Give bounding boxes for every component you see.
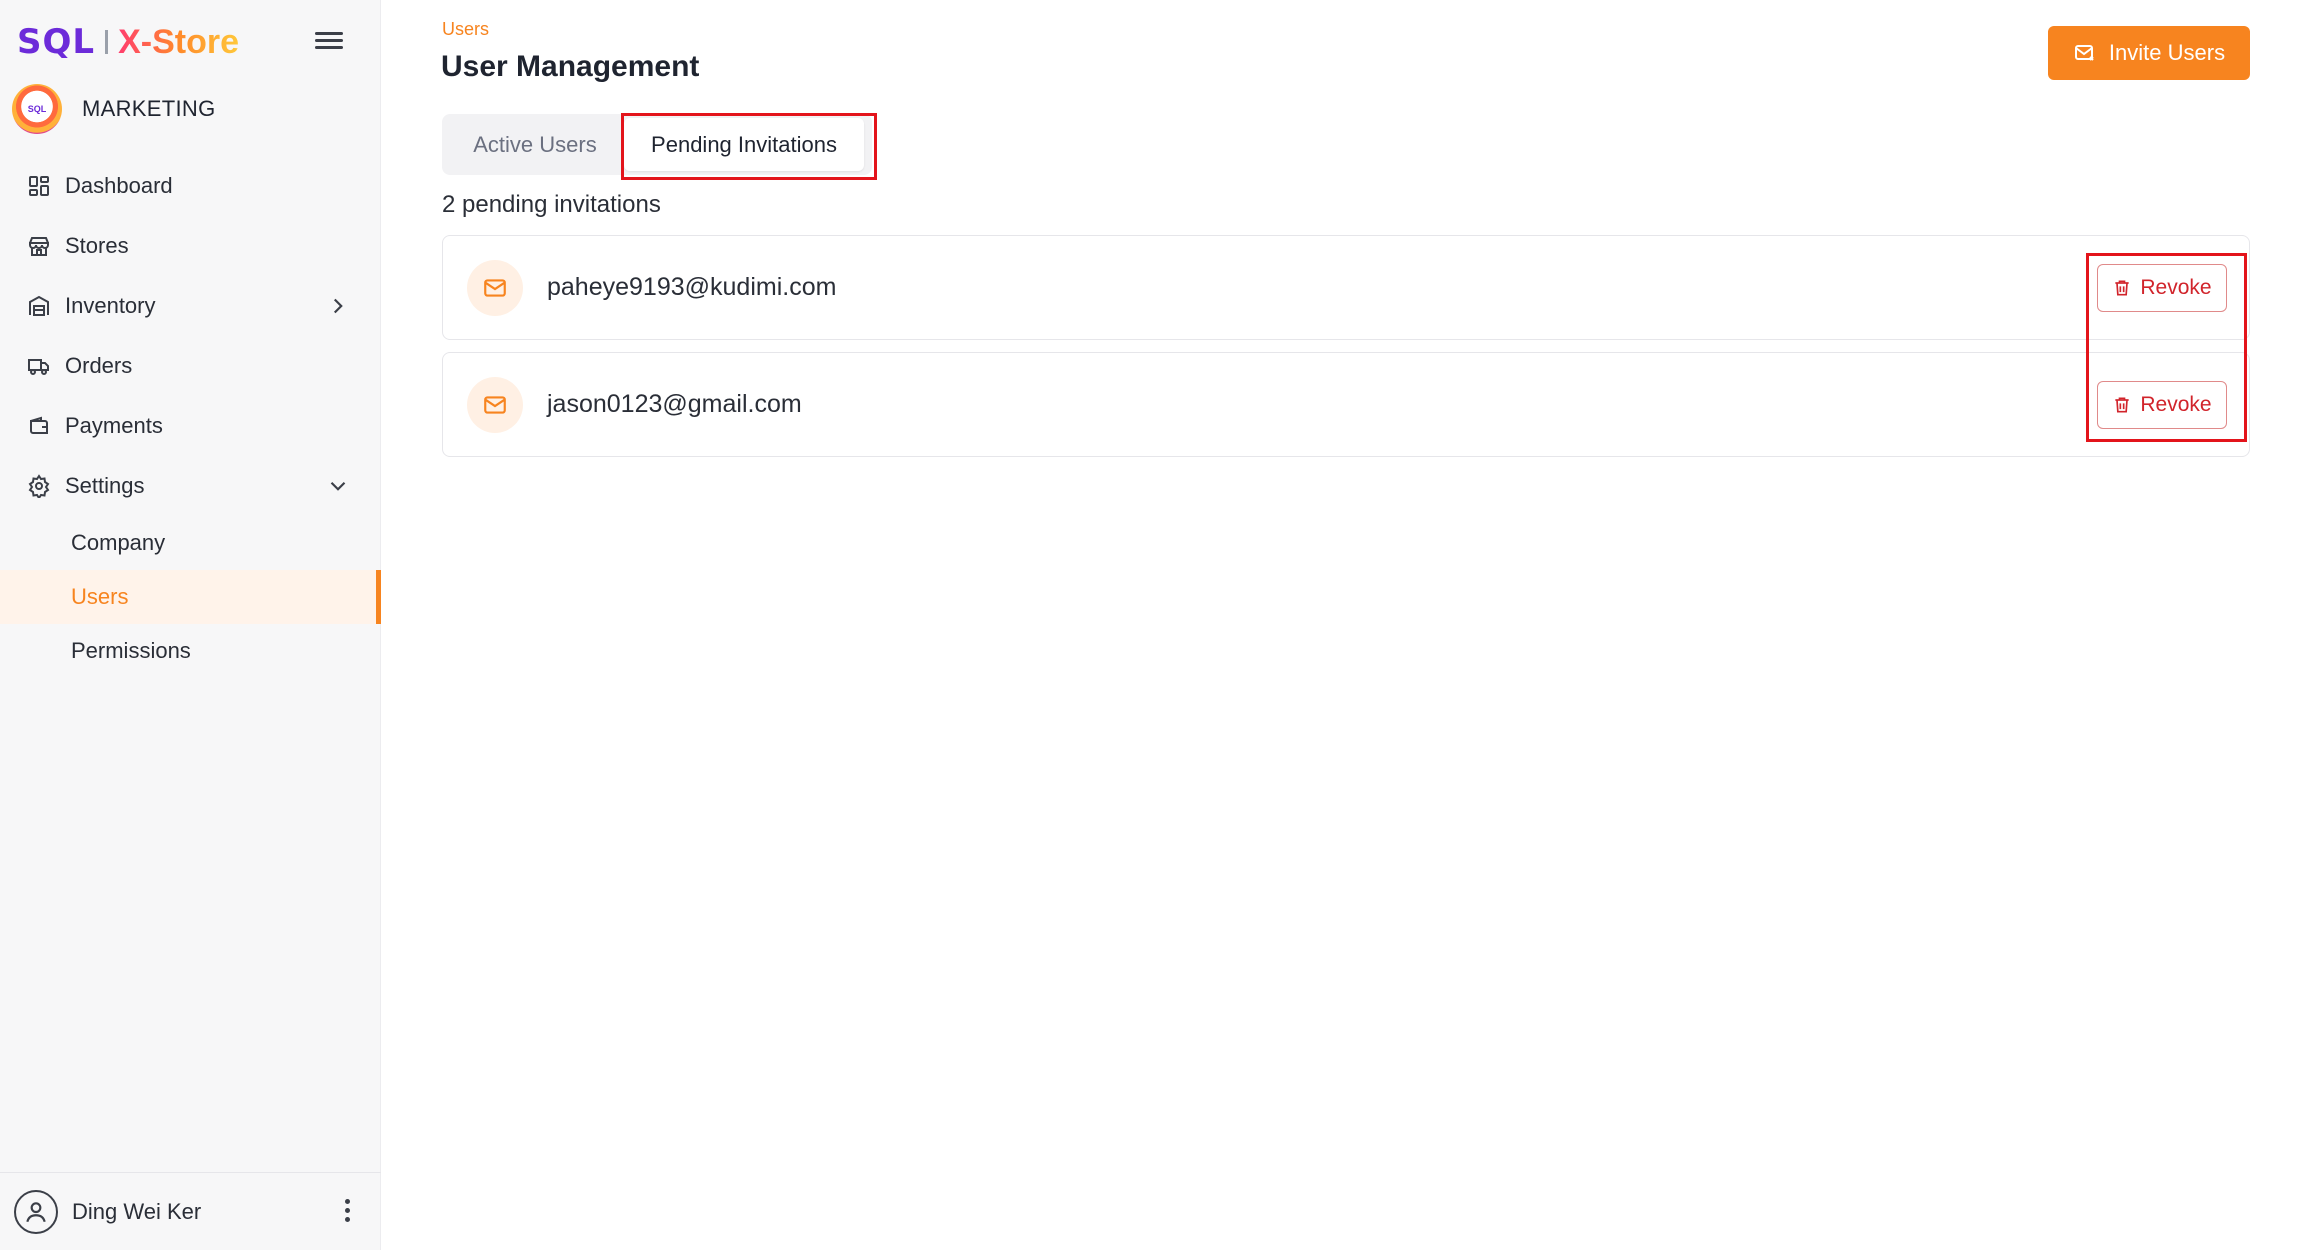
sidebar-item-orders[interactable]: Orders — [0, 336, 381, 396]
brand-separator — [105, 30, 109, 54]
company-name: MARKETING — [82, 96, 216, 121]
brand-logo: SQL X-Store — [17, 20, 239, 64]
user-profile[interactable]: Ding Wei Ker — [0, 1172, 381, 1250]
sidebar-subitem-label: Users — [71, 584, 129, 609]
breadcrumb[interactable]: Users — [442, 19, 489, 40]
chevron-right-icon[interactable] — [325, 293, 351, 319]
sidebar-item-payments[interactable]: Payments — [0, 396, 381, 456]
mail-send-icon — [2073, 41, 2097, 65]
user-tabs: Active Users Pending Invitations — [442, 114, 872, 175]
invitation-row: paheye9193@kudimi.com Revoke — [442, 235, 2250, 340]
sidebar-item-label: Stores — [65, 233, 129, 258]
tab-active-users[interactable]: Active Users — [446, 118, 624, 171]
company-switcher[interactable]: SQL MARKETING — [12, 84, 216, 134]
invitation-email: jason0123@gmail.com — [547, 390, 802, 418]
revoke-button[interactable]: Revoke — [2097, 264, 2227, 312]
pending-count: 2 pending invitations — [442, 191, 661, 218]
sidebar-subitem-label: Company — [71, 530, 166, 555]
sidebar-item-label: Inventory — [65, 293, 156, 318]
wallet-icon — [25, 412, 53, 440]
invitation-row: jason0123@gmail.com Revoke — [442, 352, 2250, 457]
sidebar-item-label: Settings — [65, 473, 145, 498]
user-icon — [14, 1189, 58, 1234]
trash-icon — [2112, 395, 2132, 415]
company-logo: SQL — [12, 84, 62, 134]
sidebar-subitem-permissions[interactable]: Permissions — [0, 624, 381, 678]
sidebar-nav: Dashboard Stores Inventory Orders Paymen… — [0, 156, 381, 678]
company-logo-text: SQL — [27, 104, 47, 114]
sidebar-item-label: Payments — [65, 413, 163, 438]
invite-users-label: Invite Users — [2108, 40, 2226, 65]
sidebar-subitem-users[interactable]: Users — [0, 570, 381, 624]
mail-icon — [467, 259, 523, 316]
invite-users-button[interactable]: Invite Users — [2048, 26, 2250, 80]
chevron-down-icon[interactable] — [325, 473, 351, 499]
invitation-email: paheye9193@kudimi.com — [547, 273, 837, 301]
page-title: User Management — [441, 50, 700, 83]
sidebar: SQL X-Store SQL MARKETING Dashboard Stor… — [0, 0, 381, 1250]
revoke-label: Revoke — [2140, 393, 2212, 416]
store-icon — [25, 232, 53, 260]
sidebar-item-stores[interactable]: Stores — [0, 216, 381, 276]
trash-icon — [2112, 278, 2132, 298]
mail-icon — [467, 376, 523, 433]
sidebar-subitem-label: Permissions — [71, 638, 191, 663]
revoke-button[interactable]: Revoke — [2097, 381, 2227, 429]
sidebar-item-dashboard[interactable]: Dashboard — [0, 156, 381, 216]
sidebar-item-inventory[interactable]: Inventory — [0, 276, 381, 336]
truck-icon — [25, 352, 53, 380]
gear-icon — [25, 472, 53, 500]
sidebar-item-settings[interactable]: Settings — [0, 456, 381, 516]
sidebar-item-label: Dashboard — [65, 173, 173, 198]
tab-pending-invitations[interactable]: Pending Invitations — [624, 118, 864, 171]
sidebar-item-label: Orders — [65, 353, 133, 378]
brand-sql-text: SQL — [17, 22, 96, 62]
more-options-icon[interactable] — [343, 1199, 351, 1225]
app-root: SQL X-Store SQL MARKETING Dashboard Stor… — [0, 0, 2298, 1250]
dashboard-icon — [25, 172, 53, 200]
revoke-label: Revoke — [2140, 276, 2212, 299]
brand-name-text: X-Store — [118, 22, 239, 61]
sidebar-subitem-company[interactable]: Company — [0, 516, 381, 570]
invitation-list: paheye9193@kudimi.com Revoke jason0123@g… — [442, 235, 2250, 469]
user-name: Ding Wei Ker — [72, 1198, 202, 1224]
menu-toggle-icon[interactable] — [315, 28, 343, 56]
warehouse-icon — [25, 292, 53, 320]
